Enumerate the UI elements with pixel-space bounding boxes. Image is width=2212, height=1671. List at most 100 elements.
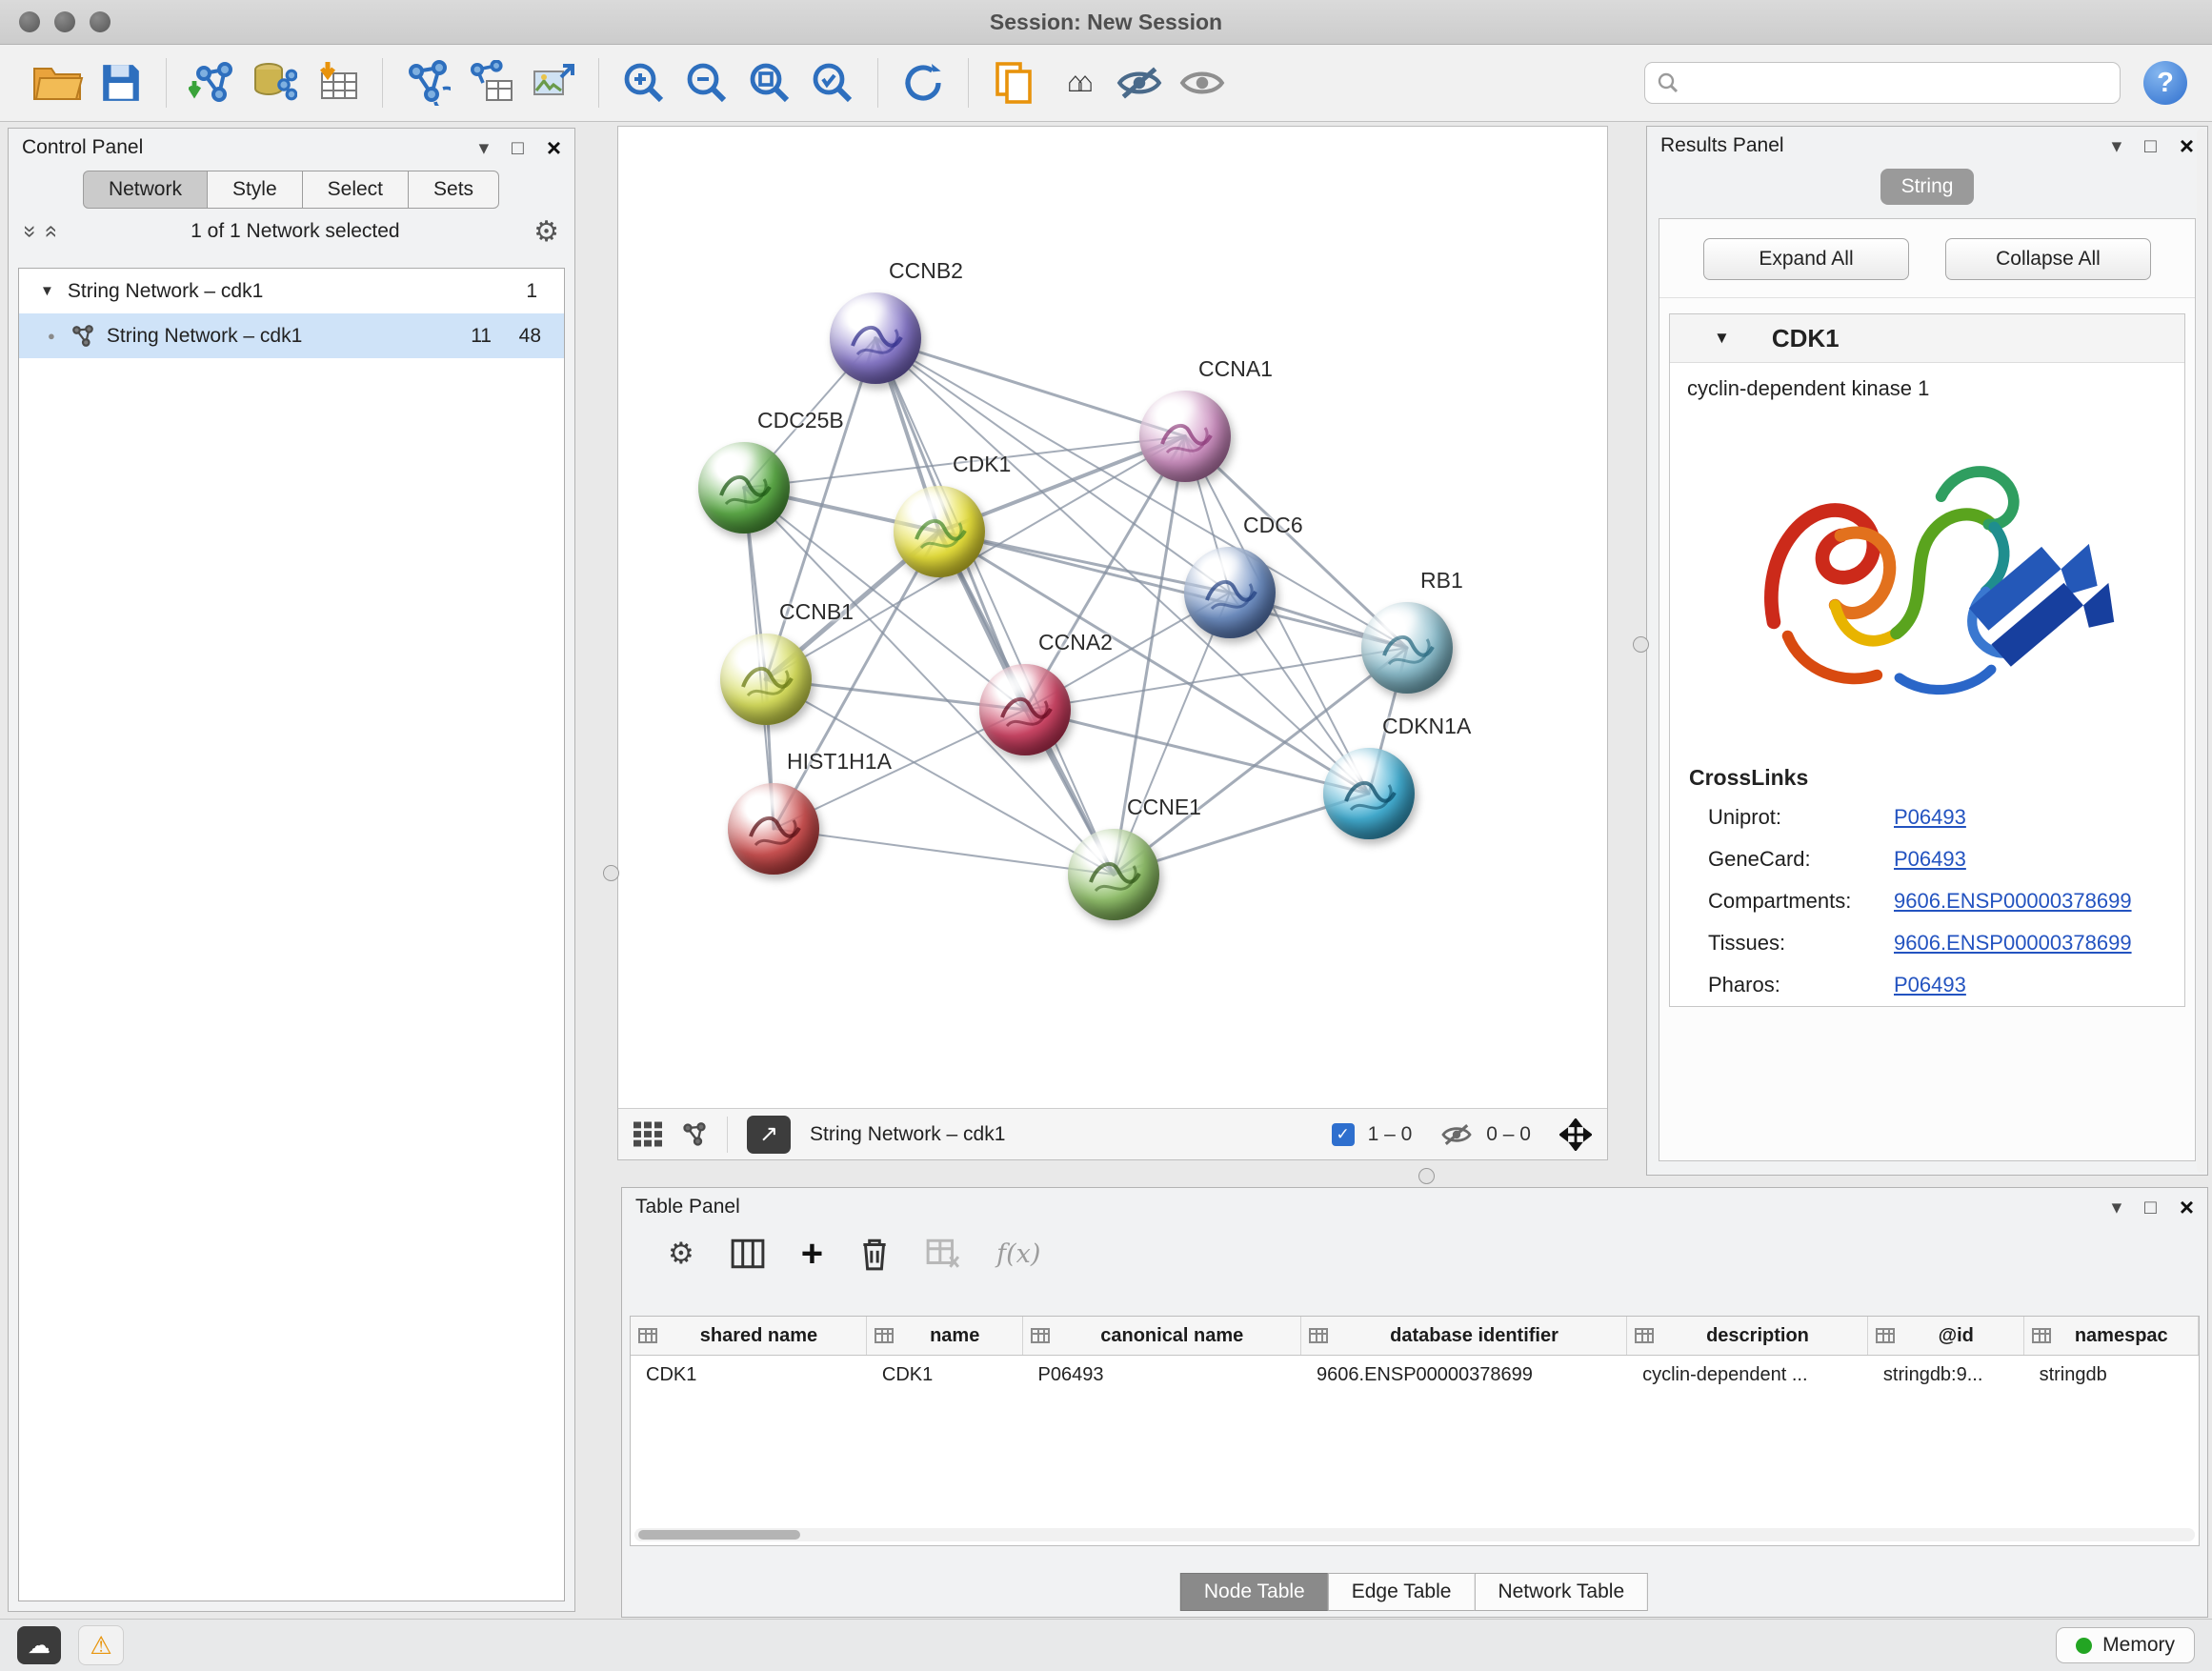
annotation-mode-button[interactable] <box>982 53 1045 112</box>
export-image-button[interactable] <box>522 53 585 112</box>
table-cell[interactable]: CDK1 <box>867 1364 1023 1386</box>
panel-float-icon[interactable]: □ <box>512 138 524 158</box>
table-cell[interactable]: CDK1 <box>631 1364 867 1386</box>
network-node-cdc6[interactable] <box>1184 547 1276 638</box>
network-node-ccnb1[interactable] <box>720 634 812 725</box>
table-cell[interactable]: stringdb:9... <box>1868 1364 2024 1386</box>
column-header-description[interactable]: description <box>1627 1317 1868 1355</box>
hide-panel-button[interactable] <box>1108 53 1171 112</box>
zoom-window-button[interactable] <box>90 11 111 32</box>
table-cell[interactable]: cyclin-dependent ... <box>1627 1364 1868 1386</box>
grid-view-icon[interactable] <box>633 1121 662 1147</box>
network-row[interactable]: ● String Network – cdk1 11 48 <box>19 313 564 358</box>
network-node-ccne1[interactable] <box>1068 829 1159 920</box>
network-node-ccna1[interactable] <box>1139 391 1231 482</box>
open-session-button[interactable] <box>27 53 90 112</box>
cloud-status-button[interactable]: ☁ <box>17 1626 61 1664</box>
tab-sets[interactable]: Sets <box>408 171 499 209</box>
tab-node-table[interactable]: Node Table <box>1180 1573 1329 1611</box>
crosslink-link[interactable]: P06493 <box>1894 973 1966 997</box>
tab-select[interactable]: Select <box>302 171 409 209</box>
help-button[interactable]: ? <box>2143 61 2187 105</box>
panel-menu-icon[interactable]: ▾ <box>2112 136 2122 156</box>
network-edge[interactable] <box>774 829 1114 875</box>
table-horizontal-scrollbar[interactable] <box>634 1528 2195 1541</box>
table-cell[interactable]: stringdb <box>2024 1364 2199 1386</box>
network-node-cdkn1a[interactable] <box>1323 748 1415 839</box>
entry-expand-icon[interactable]: ▼ <box>1714 329 1730 348</box>
zoom-out-button[interactable] <box>675 53 738 112</box>
crosslink-link[interactable]: 9606.ENSP00000378699 <box>1894 931 2132 956</box>
minimize-window-button[interactable] <box>54 11 75 32</box>
import-table-from-file-button[interactable] <box>306 53 369 112</box>
table-cell[interactable]: 9606.ENSP00000378699 <box>1301 1364 1627 1386</box>
network-edge[interactable] <box>1025 710 1369 794</box>
birds-eye-view-button[interactable]: ⌂⌂ <box>1045 53 1108 112</box>
tab-edge-table[interactable]: Edge Table <box>1328 1573 1476 1611</box>
panel-menu-icon[interactable]: ▾ <box>479 138 490 158</box>
network-collection-row[interactable]: ▼ String Network – cdk1 1 <box>19 269 564 313</box>
column-header-shared-name[interactable]: shared name <box>631 1317 867 1355</box>
panel-close-icon[interactable]: × <box>2180 1193 2194 1222</box>
network-node-cdc25b[interactable] <box>698 442 790 534</box>
panel-close-icon[interactable]: × <box>2180 131 2194 161</box>
tab-network-table[interactable]: Network Table <box>1474 1573 1648 1611</box>
network-edge[interactable] <box>939 532 1407 648</box>
network-node-hist1h1a[interactable] <box>728 783 819 875</box>
tab-style[interactable]: Style <box>207 171 303 209</box>
panel-float-icon[interactable]: □ <box>2144 136 2157 156</box>
pan-move-icon[interactable] <box>1559 1118 1592 1151</box>
import-network-from-file-button[interactable] <box>180 53 243 112</box>
network-table-tools-button[interactable] <box>459 53 522 112</box>
protein-entry-header[interactable]: ▼ CDK1 <box>1670 314 2184 363</box>
expand-all-button[interactable]: Expand All <box>1703 238 1909 280</box>
memory-button[interactable]: Memory <box>2056 1627 2195 1663</box>
tree-expand-icon[interactable]: ▼ <box>40 283 54 299</box>
column-header-name[interactable]: name <box>867 1317 1023 1355</box>
crosslink-link[interactable]: 9606.ENSP00000378699 <box>1894 889 2132 914</box>
table-settings-gear-icon[interactable]: ⚙ <box>668 1237 694 1271</box>
table-row[interactable]: CDK1CDK1P064939606.ENSP00000378699cyclin… <box>631 1356 2199 1394</box>
column-header-namespac[interactable]: namespac <box>2024 1317 2199 1355</box>
annotation-export-button[interactable]: ↗ <box>747 1116 791 1154</box>
tab-network[interactable]: Network <box>83 171 208 209</box>
zoom-fit-button[interactable] <box>738 53 801 112</box>
delete-column-trash-icon[interactable] <box>859 1237 890 1271</box>
import-network-from-database-button[interactable] <box>243 53 306 112</box>
results-scrollbar[interactable] <box>2197 129 2206 1173</box>
network-node-cdk1[interactable] <box>894 486 985 577</box>
scrollbar-thumb[interactable] <box>638 1530 800 1540</box>
network-node-rb1[interactable] <box>1361 602 1453 694</box>
selected-checkbox-icon[interactable]: ✓ <box>1332 1123 1355 1146</box>
show-columns-icon[interactable] <box>731 1238 765 1269</box>
table-cell[interactable]: P06493 <box>1023 1364 1301 1386</box>
column-header-canonical-name[interactable]: canonical name <box>1023 1317 1302 1355</box>
search-input[interactable] <box>1687 70 2120 95</box>
gear-icon[interactable]: ⚙ <box>533 215 559 249</box>
network-overview-icon[interactable] <box>681 1121 708 1148</box>
zoom-in-button[interactable] <box>613 53 675 112</box>
close-window-button[interactable] <box>19 11 40 32</box>
save-session-button[interactable] <box>90 53 152 112</box>
column-header-@id[interactable]: @id <box>1868 1317 2024 1355</box>
new-network-button[interactable] <box>396 53 459 112</box>
warnings-button[interactable]: ⚠ <box>78 1625 124 1665</box>
network-node-ccna2[interactable] <box>979 664 1071 755</box>
splitter-handle[interactable] <box>1633 636 1649 653</box>
tab-string[interactable]: String <box>1880 169 1975 205</box>
network-edge[interactable] <box>875 338 1114 875</box>
collapse-all-button[interactable]: Collapse All <box>1945 238 2151 280</box>
apply-layout-button[interactable] <box>892 53 955 112</box>
panel-close-icon[interactable]: × <box>547 133 561 163</box>
network-node-ccnb2[interactable] <box>830 292 921 384</box>
add-column-icon[interactable]: + <box>801 1238 823 1269</box>
crosslink-link[interactable]: P06493 <box>1894 805 1966 830</box>
column-header-database-identifier[interactable]: database identifier <box>1301 1317 1627 1355</box>
splitter-handle[interactable] <box>1418 1168 1435 1184</box>
zoom-selected-button[interactable] <box>801 53 864 112</box>
crosslink-link[interactable]: P06493 <box>1894 847 1966 872</box>
expand-all-networks-icon[interactable]: » <box>37 225 64 237</box>
panel-float-icon[interactable]: □ <box>2144 1198 2157 1218</box>
network-canvas[interactable]: CCNB2 CCNA1 CDC25B CDK1 CDC6 RB1 CCNB1 C… <box>618 127 1607 1108</box>
show-panel-button[interactable] <box>1171 53 1234 112</box>
